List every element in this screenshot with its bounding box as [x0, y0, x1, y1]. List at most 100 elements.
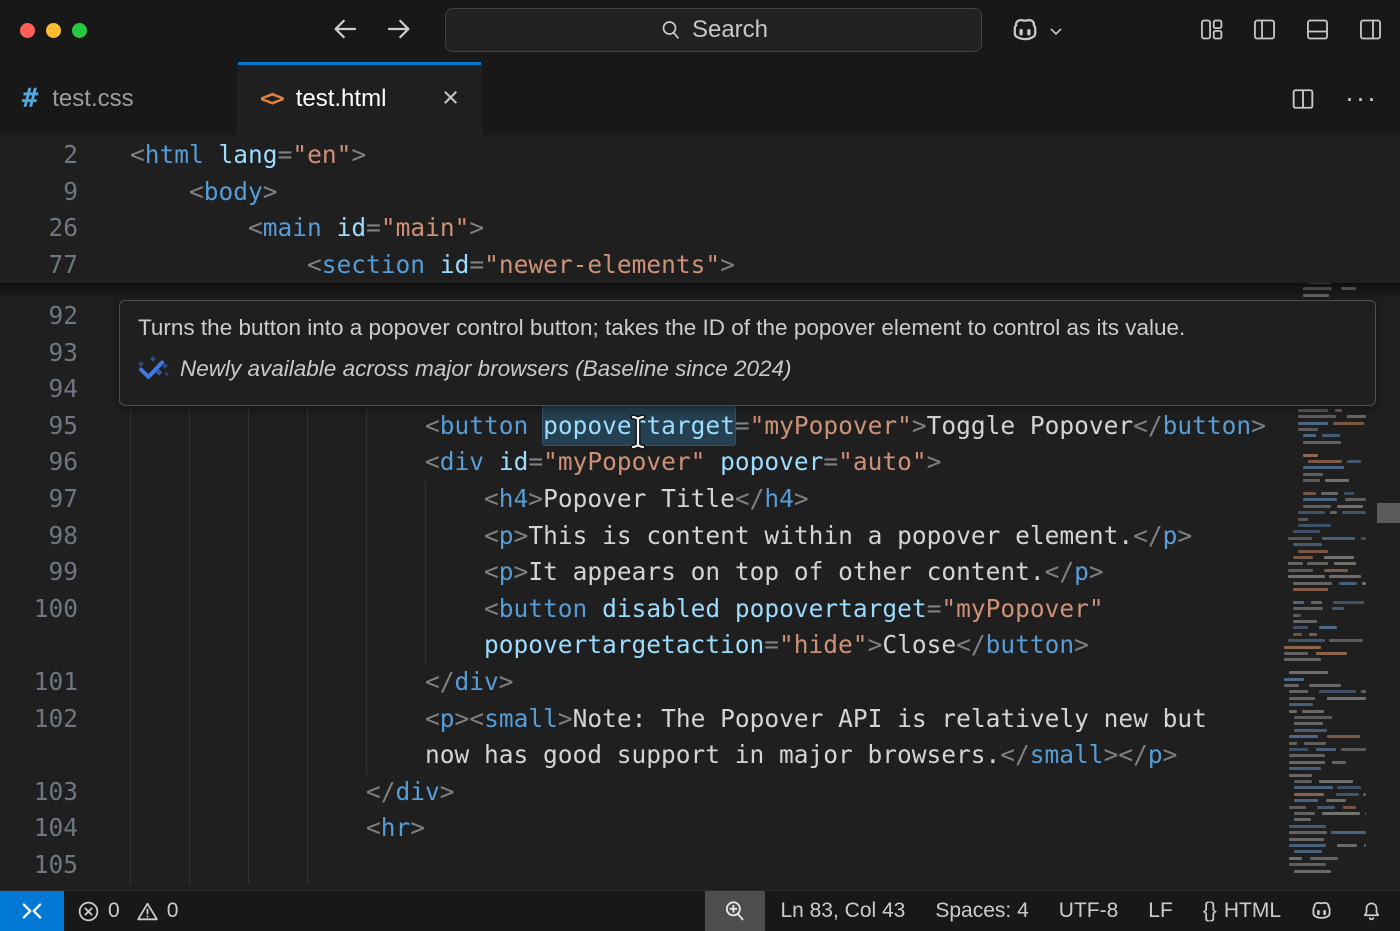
minimap-line: [1293, 582, 1332, 585]
minimap-line: [1293, 543, 1322, 546]
chevron-down-icon: [1046, 21, 1066, 41]
zoom-status-button[interactable]: [705, 891, 765, 931]
zoom-in-icon: [722, 898, 748, 924]
minimap-line: [1332, 761, 1347, 764]
back-button[interactable]: [330, 14, 360, 44]
vertical-scrollbar-thumb[interactable]: [1377, 503, 1400, 523]
minimap-line: [1361, 690, 1366, 693]
code-line[interactable]: 105: [0, 847, 1400, 884]
minimap-line: [1333, 422, 1364, 425]
code-line[interactable]: 103 </div>: [0, 774, 1400, 811]
code-text: <body>: [130, 174, 278, 211]
customize-layout-button[interactable]: [1198, 16, 1225, 43]
close-window-button[interactable]: [20, 23, 35, 38]
cursor-position[interactable]: Ln 83, Col 43: [765, 891, 920, 931]
minimap-line: [1303, 498, 1337, 501]
minimap-line: [1309, 684, 1340, 687]
code-line[interactable]: 95 <button popovertarget="myPopover">Tog…: [0, 408, 1400, 445]
minimap-line: [1289, 754, 1325, 757]
copilot-status-button[interactable]: [1296, 891, 1347, 931]
minimap-line: [1298, 511, 1325, 514]
minimap-line: [1332, 607, 1343, 610]
sticky-scroll[interactable]: 2<html lang="en">9 <body>26 <main id="ma…: [0, 135, 1400, 283]
code-line[interactable]: popovertargetaction="hide">Close</button…: [0, 627, 1400, 664]
minimap-line: [1284, 658, 1321, 661]
code-text: <html lang="en">: [130, 137, 366, 174]
minimap-line: [1337, 505, 1363, 508]
problems-indicator[interactable]: 0 0: [64, 891, 190, 931]
line-number: 105: [0, 847, 78, 884]
command-center-search[interactable]: Search: [445, 8, 982, 52]
tab-test-css[interactable]: # test.css: [0, 62, 238, 135]
code-line[interactable]: 102 <p><small>Note: The Popover API is r…: [0, 701, 1400, 738]
minimap-line: [1319, 626, 1337, 629]
minimap-line: [1317, 806, 1336, 809]
line-number: 95: [0, 408, 78, 445]
code-line[interactable]: 98 <p>This is content within a popover e…: [0, 518, 1400, 555]
code-line[interactable]: 9 <body>: [0, 174, 1400, 211]
remote-indicator[interactable]: [0, 891, 64, 931]
toggle-primary-sidebar-button[interactable]: [1251, 16, 1278, 43]
status-bar: 0 0 Ln 83, Col 43 Spaces: 4 UTF-8 LF {} …: [0, 890, 1400, 931]
minimap-line: [1322, 537, 1355, 540]
minimap-line: [1329, 575, 1360, 578]
minimap-line: [1288, 569, 1313, 572]
toggle-secondary-sidebar-button[interactable]: [1357, 16, 1384, 43]
line-number: 104: [0, 810, 78, 847]
minimap-line: [1347, 460, 1361, 463]
minimap-line: [1303, 492, 1316, 495]
copilot-button[interactable]: [1008, 14, 1042, 48]
toggle-panel-button[interactable]: [1304, 16, 1331, 43]
code-text: popovertargetaction="hide">Close</button…: [130, 627, 1089, 664]
language-status[interactable]: {} HTML: [1188, 891, 1296, 931]
copilot-menu-chevron[interactable]: [1046, 21, 1066, 41]
minimap-line: [1294, 850, 1322, 853]
code-line[interactable]: 77 <section id="newer-elements">: [0, 247, 1400, 284]
code-text: <main id="main">: [130, 210, 484, 247]
code-line[interactable]: 26 <main id="main">: [0, 210, 1400, 247]
code-line[interactable]: 96 <div id="myPopover" popover="auto">: [0, 444, 1400, 481]
minimap-line: [1302, 710, 1324, 713]
minimap-line: [1298, 518, 1308, 521]
minimap-line: [1288, 575, 1325, 578]
code-line[interactable]: 101 </div>: [0, 664, 1400, 701]
minimap-line: [1284, 678, 1304, 681]
minimap-line: [1298, 428, 1318, 431]
encoding-status[interactable]: UTF-8: [1044, 891, 1134, 931]
minimize-window-button[interactable]: [46, 23, 61, 38]
minimap-line: [1289, 697, 1315, 700]
code-line[interactable]: 97 <h4>Popover Title</h4>: [0, 481, 1400, 518]
code-line[interactable]: now has good support in major browsers.<…: [0, 737, 1400, 774]
code-line[interactable]: 2<html lang="en">: [0, 137, 1400, 174]
editor-more-actions-button[interactable]: ···: [1345, 83, 1378, 114]
error-count: 0: [108, 899, 120, 923]
forward-button[interactable]: [384, 14, 414, 44]
minimap-line: [1341, 748, 1366, 751]
hover-tooltip: Turns the button into a popover control …: [119, 300, 1376, 406]
minimap-line: [1325, 479, 1349, 482]
minimap-line: [1298, 415, 1336, 418]
tab-test-html[interactable]: <> test.html ×: [238, 62, 482, 135]
minimap-line: [1298, 409, 1328, 412]
minimap-line: [1289, 742, 1297, 745]
zoom-window-button[interactable]: [72, 23, 87, 38]
html-file-icon: <>: [260, 86, 282, 112]
minimap-line: [1308, 460, 1342, 463]
eol-status[interactable]: LF: [1133, 891, 1188, 931]
minimap-line: [1331, 831, 1366, 834]
code-line[interactable]: 100 <button disabled popovertarget="myPo…: [0, 591, 1400, 628]
split-editor-button[interactable]: [1289, 85, 1317, 113]
line-number: 26: [0, 210, 78, 247]
indentation-status[interactable]: Spaces: 4: [920, 891, 1043, 931]
code-line[interactable]: 99 <p>It appears on top of other content…: [0, 554, 1400, 591]
arrow-left-icon: [330, 14, 360, 44]
minimap-line: [1334, 562, 1356, 565]
minimap-line: [1284, 652, 1308, 655]
minimap-line: [1289, 844, 1326, 847]
minimap-line: [1307, 562, 1328, 565]
editor-pane[interactable]: 92939495 <button popovertarget="myPopove…: [0, 135, 1400, 890]
minimap-line: [1303, 473, 1323, 476]
notifications-button[interactable]: [1347, 891, 1400, 931]
close-tab-icon[interactable]: ×: [442, 84, 459, 113]
code-line[interactable]: 104 <hr>: [0, 810, 1400, 847]
